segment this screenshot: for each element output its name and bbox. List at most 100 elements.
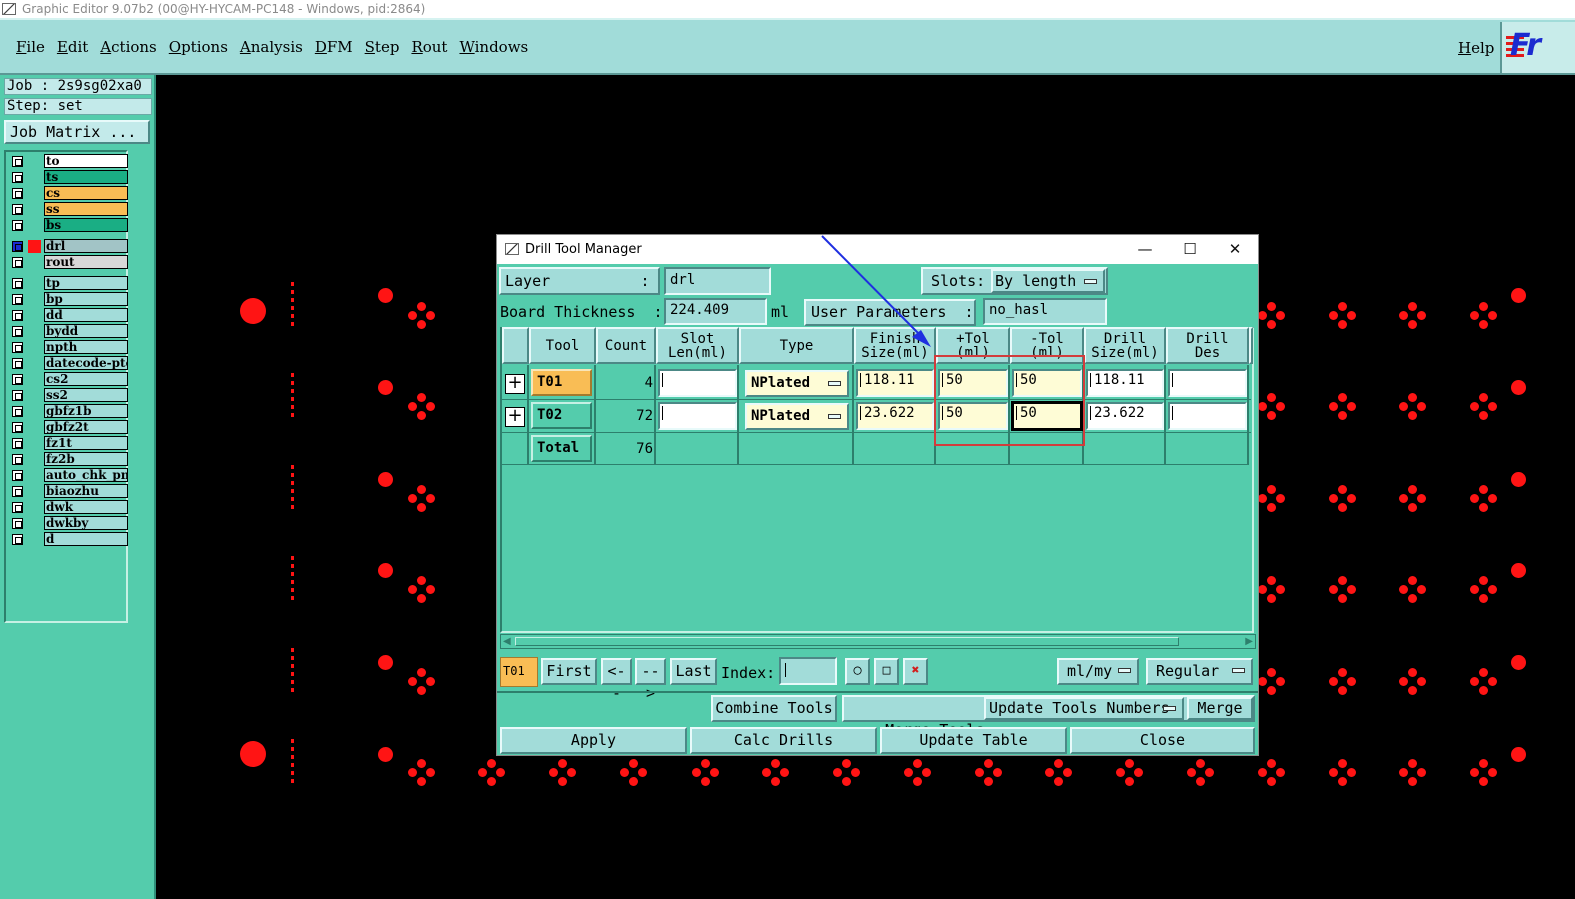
layer-name[interactable]: fz1t: [44, 436, 128, 450]
layer-row-rout[interactable]: rout: [9, 255, 128, 269]
layer-row-dwkby[interactable]: dwkby: [9, 516, 128, 530]
menu-step[interactable]: Step: [365, 38, 400, 56]
scroll-right-icon[interactable]: ▶: [1245, 636, 1253, 647]
layer-checkbox[interactable]: [12, 358, 23, 369]
layer-checkbox[interactable]: [12, 310, 23, 321]
layer-checkbox[interactable]: [12, 486, 23, 497]
user-parameters-button[interactable]: User Parameters :: [804, 299, 976, 326]
menu-windows[interactable]: Windows: [459, 38, 528, 56]
layer-checkbox[interactable]: [12, 294, 23, 305]
layer-row-cs2[interactable]: cs2: [9, 372, 128, 386]
layer-checkbox[interactable]: [12, 172, 23, 183]
scrollbar-thumb[interactable]: [515, 637, 1179, 646]
layer-checkbox[interactable]: [12, 454, 23, 465]
layer-name[interactable]: ss2: [44, 388, 128, 402]
layer-name[interactable]: drl: [44, 239, 128, 253]
layer-row-ss2[interactable]: ss2: [9, 388, 128, 402]
layer-checkbox[interactable]: [12, 534, 23, 545]
index-input[interactable]: [779, 657, 837, 685]
layer-row-auto_chk_pnl[interactable]: auto_chk_pnl: [9, 468, 128, 482]
slots-dropdown[interactable]: By length: [991, 269, 1105, 293]
layer-name[interactable]: to: [44, 154, 128, 168]
layer-checkbox[interactable]: [12, 342, 23, 353]
layer-checkbox[interactable]: [12, 188, 23, 199]
calc-drills-button[interactable]: Calc Drills: [690, 727, 877, 754]
update-table-button[interactable]: Update Table: [880, 727, 1067, 754]
layer-row-gbfz2t[interactable]: gbfz2t: [9, 420, 128, 434]
layer-checkbox[interactable]: [12, 390, 23, 401]
menu-edit[interactable]: Edit: [57, 38, 88, 56]
layer-name[interactable]: ss: [44, 202, 128, 216]
layer-row-fz1t[interactable]: fz1t: [9, 436, 128, 450]
layer-name[interactable]: bp: [44, 292, 128, 306]
minimize-icon[interactable]: —: [1134, 239, 1156, 259]
menu-rout[interactable]: Rout: [411, 38, 447, 56]
type-dropdown[interactable]: NPlated: [745, 403, 849, 430]
layer-name[interactable]: npth: [44, 340, 128, 354]
lightbulb-icon[interactable]: ◯: [845, 658, 870, 685]
layer-row-ts[interactable]: ts: [9, 170, 128, 184]
layer-name[interactable]: cs: [44, 186, 128, 200]
layer-row-cs[interactable]: cs: [9, 186, 128, 200]
expand-row-icon[interactable]: +: [505, 407, 525, 427]
layer-name[interactable]: gbfz2t: [44, 420, 128, 434]
units-dropdown[interactable]: ml/my: [1057, 658, 1139, 685]
drill-size-input[interactable]: 23.622: [1086, 402, 1164, 430]
layer-checkbox[interactable]: [12, 502, 23, 513]
layer-name[interactable]: fz2b: [44, 452, 128, 466]
layer-checkbox[interactable]: [12, 326, 23, 337]
board-thickness-input[interactable]: 224.409: [664, 298, 767, 325]
job-matrix-button[interactable]: Job Matrix ...: [4, 120, 150, 144]
layer-name[interactable]: dwkby: [44, 516, 128, 530]
drill-des-input[interactable]: [1168, 402, 1247, 430]
layer-row-bp[interactable]: bp: [9, 292, 128, 306]
layer-name[interactable]: dwk: [44, 500, 128, 514]
first-button[interactable]: First: [541, 658, 597, 685]
close-icon[interactable]: ✕: [1224, 239, 1246, 259]
layer-name[interactable]: ts: [44, 170, 128, 184]
type-dropdown[interactable]: NPlated: [745, 370, 849, 397]
layer-row-drl[interactable]: drl: [9, 239, 128, 253]
apply-button[interactable]: Apply: [500, 727, 687, 754]
layer-checkbox[interactable]: [12, 438, 23, 449]
layer-checkbox[interactable]: [12, 422, 23, 433]
layer-name[interactable]: bydd: [44, 324, 128, 338]
layer-name[interactable]: gbfz1b: [44, 404, 128, 418]
layer-row-datecode-pte[interactable]: datecode-pte: [9, 356, 128, 370]
horizontal-scrollbar[interactable]: ◀ ▶: [500, 634, 1256, 649]
layer-name[interactable]: dd: [44, 308, 128, 322]
layer-checkbox[interactable]: [12, 241, 23, 252]
finish-size-input[interactable]: 118.11: [856, 369, 934, 397]
layer-name[interactable]: bs: [44, 218, 128, 232]
close-button[interactable]: Close: [1070, 727, 1255, 754]
user-parameters-input[interactable]: no_hasl: [983, 298, 1107, 325]
menu-dfm[interactable]: DFM: [315, 38, 353, 56]
layer-checkbox[interactable]: [12, 220, 23, 231]
maximize-icon[interactable]: ☐: [1179, 239, 1201, 259]
layer-name[interactable]: biaozhu: [44, 484, 128, 498]
merge-button[interactable]: Merge: [1187, 697, 1253, 720]
scroll-left-icon[interactable]: ◀: [503, 636, 511, 647]
layer-name[interactable]: d: [44, 532, 128, 546]
layer-checkbox[interactable]: [12, 204, 23, 215]
layer-name[interactable]: rout: [44, 255, 128, 269]
layer-checkbox[interactable]: [12, 406, 23, 417]
layer-row-to[interactable]: to: [9, 154, 128, 168]
layer-row-dd[interactable]: dd: [9, 308, 128, 322]
layer-row-tp[interactable]: tp: [9, 276, 128, 290]
prev-button[interactable]: <--: [601, 658, 632, 702]
tool-button-t01[interactable]: T01: [531, 369, 592, 396]
layer-input[interactable]: drl: [664, 267, 771, 295]
layer-row-bydd[interactable]: bydd: [9, 324, 128, 338]
layer-row-dwk[interactable]: dwk: [9, 500, 128, 514]
layer-row-bs[interactable]: bs: [9, 218, 128, 232]
last-button[interactable]: Last: [670, 658, 717, 685]
layer-row-npth[interactable]: npth: [9, 340, 128, 354]
layer-checkbox[interactable]: [12, 278, 23, 289]
menu-file[interactable]: File: [16, 38, 45, 56]
refresh-icon[interactable]: □: [874, 658, 899, 685]
slot-len-input[interactable]: [658, 369, 737, 397]
layer-checkbox[interactable]: [12, 374, 23, 385]
layer-checkbox[interactable]: [12, 470, 23, 481]
update-numbers-dropdown[interactable]: Update Tools Numbers: [984, 697, 1184, 720]
